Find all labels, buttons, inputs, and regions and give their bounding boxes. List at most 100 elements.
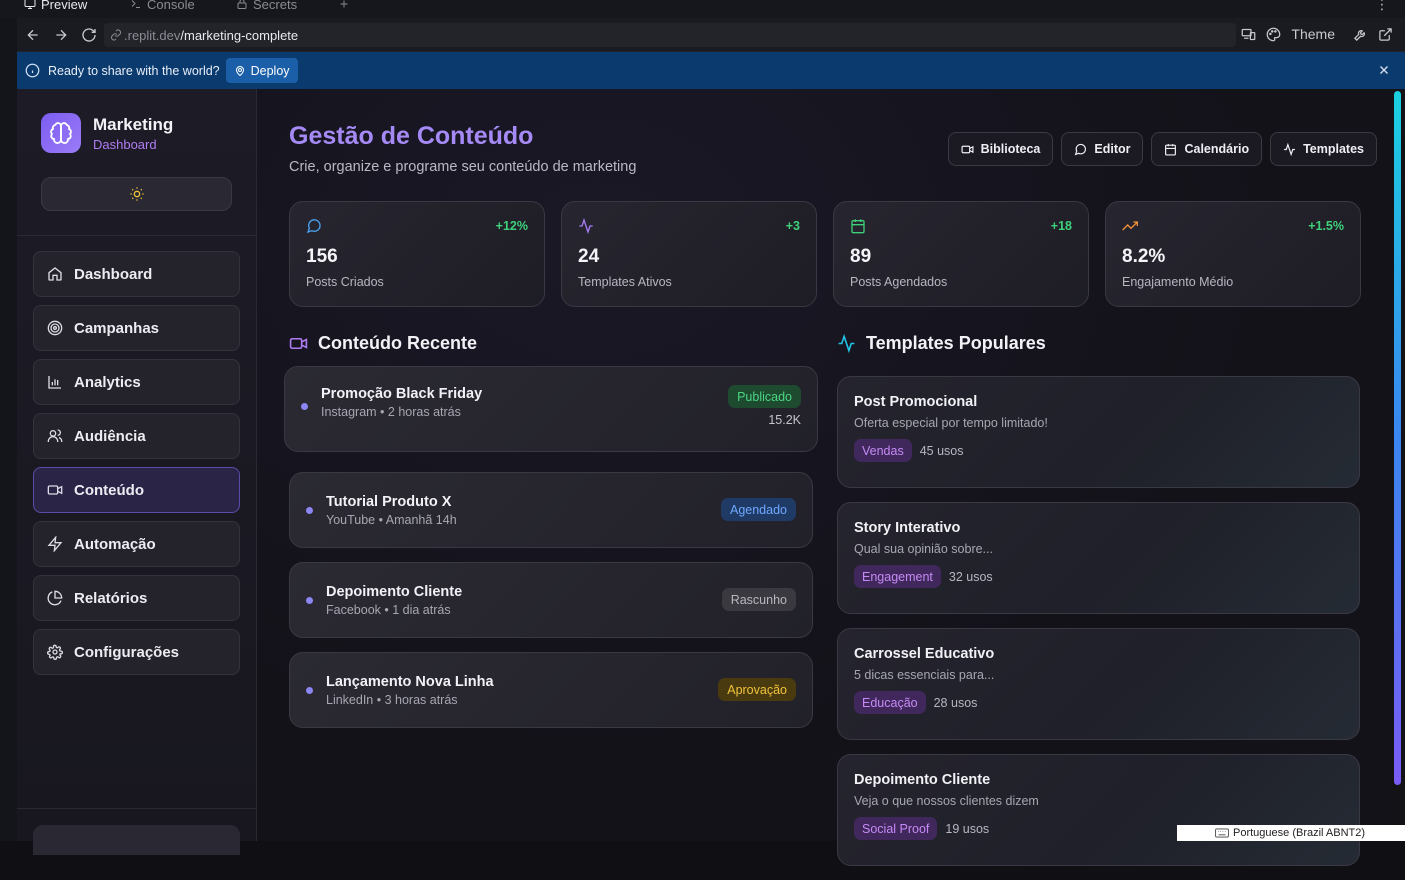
more-options-icon[interactable]: ⋮ bbox=[1375, 0, 1389, 13]
stat-card-posts-agendados: +18 89 Posts Agendados bbox=[833, 201, 1089, 307]
palette-icon[interactable] bbox=[1266, 27, 1281, 42]
sidebar-item-label: Configurações bbox=[74, 643, 180, 661]
sidebar-item-automacao[interactable]: Automação bbox=[33, 521, 240, 567]
stat-card-templates-ativos: +3 24 Templates Ativos bbox=[561, 201, 817, 307]
tab-label: Secrets bbox=[253, 0, 298, 12]
template-title: Post Promocional bbox=[854, 394, 978, 410]
deploy-button-label: Deploy bbox=[250, 63, 290, 78]
tab-secrets[interactable]: Secrets bbox=[236, 0, 297, 14]
usage-count: 19 usos bbox=[945, 821, 990, 836]
brand: Marketing Dashboard bbox=[41, 113, 173, 153]
template-description: Qual sua opinião sobre... bbox=[854, 542, 993, 556]
app: Marketing Dashboard Dashboard Campanhas … bbox=[17, 89, 1405, 866]
status-badge: Aprovação bbox=[718, 678, 796, 701]
theme-button[interactable]: Theme bbox=[1291, 26, 1335, 42]
stat-value: 24 bbox=[578, 246, 600, 267]
trending-up-icon bbox=[1122, 221, 1138, 231]
template-card[interactable]: Carrossel Educativo 5 dicas essenciais p… bbox=[837, 628, 1360, 740]
pie-chart-icon bbox=[47, 590, 63, 606]
usage-count: 32 usos bbox=[948, 569, 993, 584]
stat-value: 89 bbox=[850, 246, 872, 267]
address-input[interactable]: .replit.dev/marketing-complete bbox=[104, 23, 1236, 47]
devices-icon[interactable] bbox=[1241, 27, 1256, 42]
message-icon bbox=[306, 219, 321, 234]
new-tab-button[interactable] bbox=[338, 0, 350, 14]
url-bar: .replit.dev/marketing-complete Theme bbox=[0, 18, 1405, 52]
tab-console[interactable]: Console bbox=[130, 0, 195, 14]
url-domain: .replit.dev bbox=[124, 27, 181, 43]
tab-preview[interactable]: Preview bbox=[24, 0, 87, 14]
button-label: Biblioteca bbox=[980, 142, 1041, 156]
biblioteca-button[interactable]: Biblioteca bbox=[947, 132, 1054, 166]
bullet-dot bbox=[301, 403, 308, 410]
theme-toggle-button[interactable] bbox=[41, 177, 232, 211]
back-arrow-icon[interactable] bbox=[25, 27, 41, 43]
keyboard-icon bbox=[1215, 828, 1229, 838]
sidebar-item-audiencia[interactable]: Audiência bbox=[33, 413, 240, 459]
sidebar-item-configuracoes[interactable]: Configurações bbox=[33, 629, 240, 675]
list-item[interactable]: Depoimento Cliente Facebook • 1 dia atrá… bbox=[289, 562, 813, 638]
list-item[interactable]: Lançamento Nova Linha LinkedIn • 3 horas… bbox=[289, 652, 813, 728]
divider bbox=[17, 808, 257, 809]
usage-count: 28 usos bbox=[933, 695, 978, 710]
browser-tab-bar: Preview Console Secrets ⋮ bbox=[0, 0, 1405, 18]
sidebar-item-label: Audiência bbox=[74, 427, 146, 445]
keyboard-layout-indicator: Portuguese (Brazil ABNT2) bbox=[1177, 825, 1405, 841]
button-label: Templates bbox=[1303, 142, 1364, 156]
users-icon bbox=[47, 429, 63, 442]
page-title: Gestão de Conteúdo bbox=[289, 122, 534, 150]
brain-logo-icon bbox=[41, 113, 81, 153]
sun-icon bbox=[129, 187, 144, 201]
activity-icon bbox=[838, 334, 855, 353]
divider bbox=[17, 235, 257, 236]
sidebar-item-label: Automação bbox=[74, 535, 156, 553]
bullet-dot bbox=[306, 597, 313, 604]
sidebar-item-dashboard[interactable]: Dashboard bbox=[33, 251, 240, 297]
message-icon bbox=[1075, 143, 1087, 155]
calendario-button[interactable]: Calendário bbox=[1151, 132, 1263, 166]
sidebar-item-campanhas[interactable]: Campanhas bbox=[33, 305, 240, 351]
status-badge: Rascunho bbox=[721, 588, 796, 611]
list-item[interactable]: Promoção Black Friday Instagram • 2 hora… bbox=[284, 366, 818, 452]
settings-icon bbox=[47, 644, 63, 660]
external-link-icon[interactable] bbox=[1378, 27, 1393, 42]
stat-card-engajamento: +1.5% 8.2% Engajamento Médio bbox=[1105, 201, 1361, 307]
status-badge: Agendado bbox=[720, 498, 796, 521]
header-actions: Biblioteca Editor Calendário Templates bbox=[947, 132, 1377, 166]
sidebar-item-label: Analytics bbox=[74, 373, 141, 391]
templates-button[interactable]: Templates bbox=[1270, 132, 1377, 166]
deploy-button[interactable]: Deploy bbox=[225, 58, 298, 83]
scrollbar-thumb[interactable] bbox=[1394, 91, 1401, 785]
template-description: Oferta especial por tempo limitado! bbox=[854, 416, 1048, 430]
section-title: Templates Populares bbox=[866, 333, 1046, 353]
template-title: Depoimento Cliente bbox=[854, 772, 991, 788]
link-icon bbox=[111, 29, 121, 41]
views-count: 15.2K bbox=[768, 413, 801, 427]
brand-title: Marketing bbox=[93, 114, 174, 134]
editor-button[interactable]: Editor bbox=[1061, 132, 1144, 166]
wrench-icon[interactable] bbox=[1353, 27, 1368, 42]
stat-label: Posts Criados bbox=[306, 275, 384, 289]
list-item[interactable]: Tutorial Produto X YouTube • Amanhã 14h … bbox=[289, 472, 813, 548]
template-card[interactable]: Post Promocional Oferta especial por tem… bbox=[837, 376, 1360, 488]
close-icon[interactable] bbox=[1377, 63, 1391, 77]
stat-label: Posts Agendados bbox=[850, 275, 948, 289]
stat-delta: +12% bbox=[495, 219, 528, 233]
left-gutter bbox=[0, 18, 17, 841]
stat-label: Engajamento Médio bbox=[1122, 275, 1234, 289]
main-content: Gestão de Conteúdo Crie, organize e prog… bbox=[257, 89, 1391, 866]
sidebar-item-conteudo[interactable]: Conteúdo bbox=[33, 467, 240, 513]
recent-content-list: Promoção Black Friday Instagram • 2 hora… bbox=[284, 366, 818, 742]
category-tag: Engagement bbox=[854, 565, 941, 588]
user-profile-button[interactable] bbox=[33, 825, 240, 855]
forward-arrow-icon[interactable] bbox=[53, 27, 69, 43]
sidebar-item-label: Relatórios bbox=[74, 589, 148, 607]
sidebar-item-analytics[interactable]: Analytics bbox=[33, 359, 240, 405]
template-card[interactable]: Depoimento Cliente Veja o que nossos cli… bbox=[837, 754, 1360, 866]
reload-icon[interactable] bbox=[81, 27, 97, 43]
info-icon bbox=[25, 63, 40, 78]
category-tag: Social Proof bbox=[854, 817, 938, 840]
sidebar-item-relatorios[interactable]: Relatórios bbox=[33, 575, 240, 621]
template-card[interactable]: Story Interativo Qual sua opinião sobre.… bbox=[837, 502, 1360, 614]
template-description: Veja o que nossos clientes dizem bbox=[854, 794, 1039, 808]
